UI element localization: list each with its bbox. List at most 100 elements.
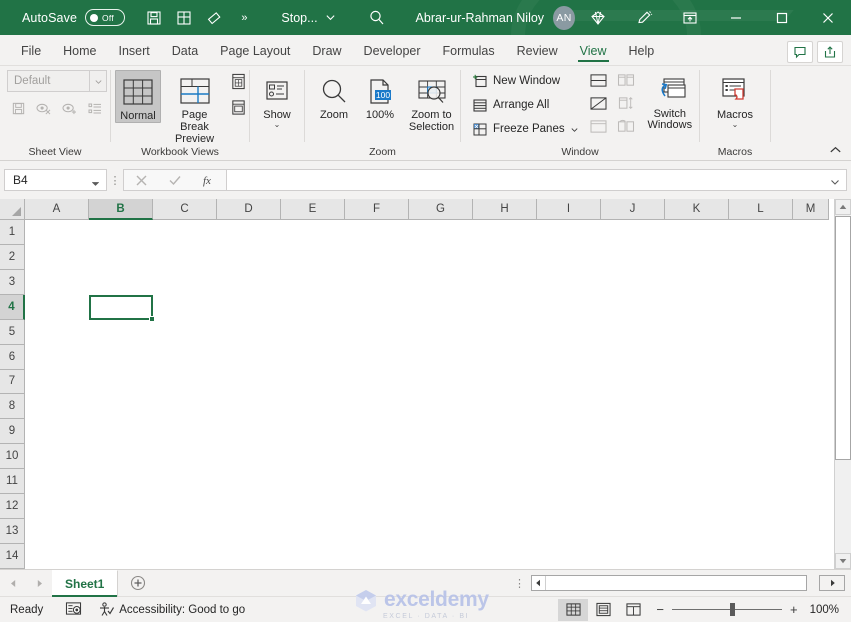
next-sheet-icon[interactable] xyxy=(26,579,52,588)
row-header-2[interactable]: 2 xyxy=(0,245,25,270)
row-header-8[interactable]: 8 xyxy=(0,394,25,419)
active-cell-b4[interactable] xyxy=(89,295,153,320)
column-header-g[interactable]: G xyxy=(409,199,473,220)
arrange-all-button[interactable]: Arrange All xyxy=(468,94,583,116)
show-button[interactable]: Show ⌄ xyxy=(254,70,300,129)
row-header-10[interactable]: 10 xyxy=(0,444,25,469)
search-icon[interactable] xyxy=(368,9,386,27)
cell-canvas[interactable] xyxy=(25,220,834,569)
tab-file[interactable]: File xyxy=(10,37,52,65)
diamond-icon[interactable] xyxy=(575,0,621,35)
qat-overflow-icon[interactable]: » xyxy=(229,4,259,32)
row-header-12[interactable]: 12 xyxy=(0,494,25,519)
zoom-slider-track[interactable] xyxy=(672,609,782,610)
tab-insert[interactable]: Insert xyxy=(108,37,161,65)
sheet-tab-sheet1[interactable]: Sheet1 xyxy=(52,570,118,597)
normal-view-button[interactable]: Normal xyxy=(115,70,161,123)
chevron-down-icon[interactable]: ⌄ xyxy=(732,121,739,129)
tab-home[interactable]: Home xyxy=(52,37,107,65)
column-header-c[interactable]: C xyxy=(153,199,217,220)
zoom-slider-thumb[interactable] xyxy=(730,603,735,616)
tab-formulas[interactable]: Formulas xyxy=(432,37,506,65)
close-icon[interactable] xyxy=(805,0,851,35)
chevron-down-icon[interactable] xyxy=(89,71,106,91)
formula-bar-grip[interactable]: ⋮ xyxy=(107,174,123,187)
column-header-f[interactable]: F xyxy=(345,199,409,220)
row-header-5[interactable]: 5 xyxy=(0,320,25,345)
column-header-b[interactable]: B xyxy=(89,199,153,220)
tab-review[interactable]: Review xyxy=(506,37,569,65)
name-box[interactable]: B4 xyxy=(4,169,107,191)
keep-sheet-view-icon[interactable] xyxy=(11,101,26,119)
tab-page-layout[interactable]: Page Layout xyxy=(209,37,301,65)
chevron-down-icon[interactable]: ⌄ xyxy=(274,121,281,129)
zoom-slider[interactable]: − + xyxy=(656,602,797,617)
sheet-view-options-icon[interactable] xyxy=(87,102,103,119)
tab-help[interactable]: Help xyxy=(618,37,666,65)
page-layout-icon[interactable] xyxy=(230,73,247,93)
normal-view-status-button[interactable] xyxy=(558,599,588,621)
switch-windows-button[interactable]: Switch Windows xyxy=(641,70,699,131)
split-icon[interactable] xyxy=(589,73,608,91)
page-break-preview-button[interactable]: Page Break Preview xyxy=(161,70,228,145)
autosave-toggle[interactable]: Off xyxy=(85,9,125,26)
tab-view[interactable]: View xyxy=(569,37,618,65)
row-header-1[interactable]: 1 xyxy=(0,220,25,245)
pen-highlight-icon[interactable] xyxy=(621,0,667,35)
collapse-ribbon-icon[interactable] xyxy=(828,144,843,158)
user-name[interactable]: Abrar-ur-Rahman Niloy xyxy=(416,11,545,25)
zoom-100-button[interactable]: 100 100% xyxy=(357,70,403,121)
new-sheet-view-icon[interactable] xyxy=(61,102,78,118)
accessibility-status[interactable]: Accessibility: Good to go xyxy=(98,602,245,617)
column-header-j[interactable]: J xyxy=(601,199,665,220)
zoom-button[interactable]: Zoom xyxy=(311,70,357,121)
row-header-14[interactable]: 14 xyxy=(0,544,25,569)
tab-draw[interactable]: Draw xyxy=(301,37,352,65)
scroll-left-icon[interactable] xyxy=(532,576,546,590)
record-macro-icon[interactable] xyxy=(65,601,82,619)
macros-button[interactable]: Macros ⌄ xyxy=(712,70,758,129)
exit-sheet-view-icon[interactable] xyxy=(35,102,52,118)
chevron-down-icon[interactable] xyxy=(91,177,100,191)
zoom-level-label[interactable]: 100% xyxy=(810,604,839,616)
row-header-13[interactable]: 13 xyxy=(0,519,25,544)
insert-function-icon[interactable]: fx xyxy=(192,170,226,190)
add-sheet-icon[interactable] xyxy=(118,575,158,591)
row-header-6[interactable]: 6 xyxy=(0,345,25,370)
expand-formula-bar-icon[interactable] xyxy=(830,176,840,190)
row-header-7[interactable]: 7 xyxy=(0,370,25,395)
sheet-view-combo[interactable]: Default xyxy=(7,70,107,92)
select-all-corner[interactable] xyxy=(0,199,25,220)
scroll-up-icon[interactable] xyxy=(835,199,851,215)
row-header-11[interactable]: 11 xyxy=(0,469,25,494)
column-header-k[interactable]: K xyxy=(665,199,729,220)
page-layout-view-status-button[interactable] xyxy=(588,599,618,621)
avatar[interactable]: AN xyxy=(553,6,575,30)
zoom-out-button[interactable]: − xyxy=(656,602,664,617)
page-break-view-status-button[interactable] xyxy=(618,599,648,621)
column-header-e[interactable]: E xyxy=(281,199,345,220)
sheet-tab-grip[interactable]: ⋮ xyxy=(508,577,531,590)
save-icon[interactable] xyxy=(139,4,169,32)
fill-handle[interactable] xyxy=(149,316,155,322)
formula-input[interactable] xyxy=(227,169,847,191)
row-header-4[interactable]: 4 xyxy=(0,295,25,320)
touch-mode-icon[interactable] xyxy=(169,4,199,32)
vertical-scrollbar[interactable] xyxy=(834,199,851,569)
column-header-d[interactable]: D xyxy=(217,199,281,220)
vertical-scrollbar-thumb[interactable] xyxy=(835,216,851,460)
scroll-right-icon[interactable] xyxy=(819,575,845,591)
zoom-to-selection-button[interactable]: Zoom to Selection xyxy=(403,70,460,133)
horizontal-scrollbar[interactable] xyxy=(531,575,851,591)
comment-icon[interactable] xyxy=(787,41,813,63)
column-header-h[interactable]: H xyxy=(473,199,537,220)
hide-window-icon[interactable] xyxy=(589,96,608,114)
prev-sheet-icon[interactable] xyxy=(0,579,26,588)
column-header-l[interactable]: L xyxy=(729,199,793,220)
share-icon[interactable] xyxy=(817,41,843,63)
tab-developer[interactable]: Developer xyxy=(353,37,432,65)
zoom-in-button[interactable]: + xyxy=(790,602,798,617)
freeze-panes-button[interactable]: Freeze Panes xyxy=(468,118,583,140)
column-header-i[interactable]: I xyxy=(537,199,601,220)
custom-views-icon[interactable] xyxy=(230,99,247,119)
